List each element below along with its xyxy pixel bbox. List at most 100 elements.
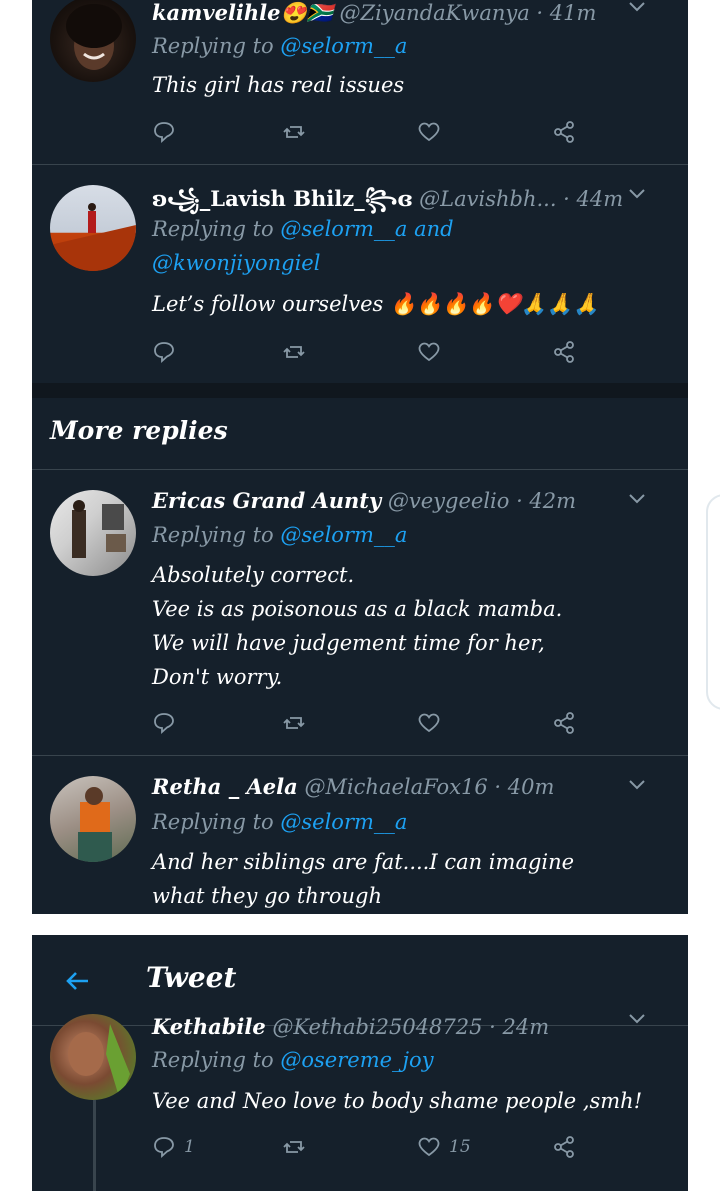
mention-link[interactable]: @selorm__a bbox=[280, 34, 407, 58]
mention-link[interactable]: @selorm__a and bbox=[280, 217, 453, 241]
reply-icon bbox=[154, 1137, 174, 1159]
chevron-down-icon[interactable] bbox=[628, 776, 646, 795]
tweet-card[interactable]: Ericas Grand Aunty @veygeelio · 42m Repl… bbox=[32, 470, 688, 755]
reply-icon bbox=[154, 342, 174, 364]
mention-link[interactable]: @osereme_joy bbox=[280, 1048, 433, 1072]
replying-to-continued: @kwonjiyongiel bbox=[152, 251, 320, 275]
handle-time: @veygeelio · 42m bbox=[387, 489, 577, 513]
thread-connector bbox=[93, 1100, 96, 1191]
tweet-actions bbox=[152, 337, 592, 367]
tweet-header: Kethabile @Kethabi25048725 · 24m bbox=[152, 1014, 668, 1039]
like-button[interactable] bbox=[417, 708, 457, 738]
reply-count: 1 bbox=[184, 1137, 195, 1157]
display-name[interactable]: Kethabile bbox=[152, 1014, 266, 1039]
like-icon bbox=[418, 122, 440, 142]
mention-link[interactable]: @selorm__a bbox=[280, 810, 407, 834]
tweet-header: kamvelihle😍🇿🇦 @ZiyandaKwanya · 41m bbox=[152, 0, 668, 26]
avatar[interactable] bbox=[50, 185, 136, 271]
tweet-line: Let’s follow ourselves 🔥🔥🔥🔥❤️🙏🙏🙏 bbox=[152, 292, 600, 316]
more-replies-header[interactable]: More replies bbox=[32, 398, 688, 470]
retweet-icon bbox=[283, 346, 305, 358]
replying-to: Replying to @selorm__a bbox=[152, 34, 407, 58]
handle-time: @MichaelaFox16 · 40m bbox=[304, 775, 555, 799]
like-count: 15 bbox=[449, 1137, 471, 1157]
avatar[interactable] bbox=[50, 0, 136, 82]
mention-link[interactable]: @selorm__a bbox=[280, 523, 407, 547]
tweet-card[interactable]: ʚ꧁_Lavish Bhilz_꧂ɞ @Lavishbh... · 44m Re… bbox=[32, 165, 688, 383]
tweet-card[interactable]: Retha _ Aela @MichaelaFox16 · 40m Replyi… bbox=[32, 756, 688, 914]
chevron-down-icon[interactable] bbox=[628, 0, 646, 17]
like-button[interactable] bbox=[417, 117, 457, 147]
tweet-text: This girl has real issues bbox=[152, 68, 668, 102]
tweet-line: Absolutely correct. bbox=[152, 563, 355, 587]
mention-link[interactable]: @kwonjiyongiel bbox=[152, 251, 320, 275]
reply-button[interactable] bbox=[152, 337, 192, 367]
chevron-down-icon[interactable] bbox=[628, 490, 646, 509]
reply-button[interactable] bbox=[152, 117, 192, 147]
chevron-down-icon[interactable] bbox=[628, 1010, 646, 1029]
retweet-icon bbox=[283, 126, 305, 138]
share-button[interactable] bbox=[552, 117, 592, 147]
back-button[interactable] bbox=[62, 965, 94, 997]
tweet-card[interactable]: kamvelihle😍🇿🇦 @ZiyandaKwanya · 41m Reply… bbox=[32, 0, 688, 164]
tweet-actions bbox=[152, 708, 592, 738]
tweet-line: Vee and Neo love to body shame people ,s… bbox=[152, 1089, 643, 1113]
top-app-bar: Tweet bbox=[32, 935, 688, 1026]
reply-icon bbox=[154, 713, 174, 735]
tweet-text: Vee and Neo love to body shame people ,s… bbox=[152, 1084, 668, 1118]
replying-prefix: Replying to bbox=[152, 1048, 281, 1072]
retweet-button[interactable] bbox=[282, 117, 322, 147]
reply-button[interactable] bbox=[152, 708, 192, 738]
tweet-text: Let’s follow ourselves 🔥🔥🔥🔥❤️🙏🙏🙏 bbox=[152, 287, 668, 321]
tweet-actions: 1 15 bbox=[152, 1132, 592, 1162]
replies-panel: kamvelihle😍🇿🇦 @ZiyandaKwanya · 41m Reply… bbox=[32, 0, 688, 914]
share-button[interactable] bbox=[552, 337, 592, 367]
retweet-button[interactable] bbox=[282, 708, 322, 738]
retweet-button[interactable] bbox=[282, 1132, 322, 1162]
tweet-line: And her siblings are fat....I can imagin… bbox=[152, 850, 575, 874]
display-name[interactable]: Retha _ Aela bbox=[152, 774, 298, 799]
tweet-line: This girl has real issues bbox=[152, 73, 405, 97]
replying-to: Replying to @selorm__a bbox=[152, 810, 407, 834]
replying-prefix: Replying to bbox=[152, 217, 281, 241]
chevron-down-icon[interactable] bbox=[628, 185, 646, 204]
replying-prefix: Replying to bbox=[152, 34, 281, 58]
section-gap bbox=[32, 383, 688, 398]
tweet-detail-panel: Tweet Kethabile @Kethabi25048725 · 24m R… bbox=[32, 935, 688, 1191]
share-button[interactable] bbox=[552, 1132, 592, 1162]
tweet-header: Ericas Grand Aunty @veygeelio · 42m bbox=[152, 488, 668, 513]
retweet-button[interactable] bbox=[282, 337, 322, 367]
replying-to: Replying to @osereme_joy bbox=[152, 1048, 434, 1072]
avatar[interactable] bbox=[50, 490, 136, 576]
tweet-text: And her siblings are fat....I can imagin… bbox=[152, 845, 668, 913]
handle-time: @Kethabi25048725 · 24m bbox=[272, 1015, 550, 1039]
replying-prefix: Replying to bbox=[152, 810, 281, 834]
display-name[interactable]: Ericas Grand Aunty bbox=[152, 488, 381, 513]
display-name[interactable]: ʚ꧁_Lavish Bhilz_꧂ɞ bbox=[152, 186, 412, 211]
share-icon bbox=[554, 341, 574, 363]
reply-button[interactable]: 1 bbox=[152, 1132, 222, 1162]
avatar[interactable] bbox=[50, 776, 136, 862]
tweet-card[interactable]: Kethabile @Kethabi25048725 · 24m Replyin… bbox=[32, 1014, 688, 1191]
page-title: Tweet bbox=[146, 961, 237, 994]
display-name[interactable]: kamvelihle😍🇿🇦 bbox=[152, 0, 333, 25]
like-button[interactable]: 15 bbox=[417, 1132, 497, 1162]
overlay-edge bbox=[706, 494, 720, 710]
share-icon bbox=[554, 121, 574, 143]
tweet-actions bbox=[152, 117, 592, 147]
replying-prefix: Replying to bbox=[152, 523, 281, 547]
tweet-line: We will have judgement time for her, bbox=[152, 631, 545, 655]
back-arrow-icon bbox=[66, 972, 88, 990]
tweet-line: Vee is as poisonous as a black mamba. bbox=[152, 597, 563, 621]
like-icon bbox=[418, 342, 440, 362]
share-button[interactable] bbox=[552, 708, 592, 738]
handle-time: @ZiyandaKwanya · 41m bbox=[339, 1, 597, 25]
share-icon bbox=[554, 712, 574, 734]
more-replies-label: More replies bbox=[50, 416, 228, 445]
tweet-text: Absolutely correct. Vee is as poisonous … bbox=[152, 558, 668, 694]
replying-to: Replying to @selorm__a bbox=[152, 523, 407, 547]
retweet-icon bbox=[283, 717, 305, 729]
like-button[interactable] bbox=[417, 337, 457, 367]
avatar[interactable] bbox=[50, 1014, 136, 1100]
reply-icon bbox=[154, 122, 174, 144]
